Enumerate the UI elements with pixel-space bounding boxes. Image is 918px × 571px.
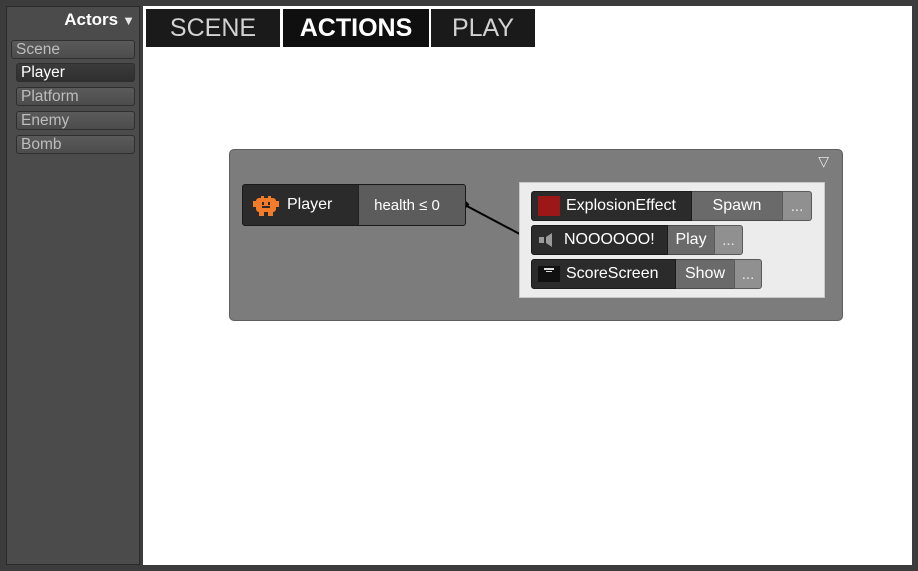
action-more-label: ... (741, 265, 755, 283)
trigger-condition-label: health ≤ 0 (374, 196, 440, 214)
action-more-button[interactable]: ... (734, 259, 762, 289)
sidebar-item-label: Bomb (21, 136, 62, 153)
actions-list: ExplosionEffect Spawn ... NOOOOOO! Play (519, 182, 825, 298)
trigger-condition[interactable]: health ≤ 0 (358, 185, 465, 225)
action-row-explosion[interactable]: ExplosionEffect Spawn ... (531, 191, 812, 221)
actors-title: Actors (64, 10, 119, 29)
action-row-scorescreen[interactable]: ScoreScreen Show ... (531, 259, 762, 289)
action-row-sound[interactable]: NOOOOOO! Play ... (531, 225, 743, 255)
tab-play[interactable]: PLAY (431, 9, 535, 47)
sidebar-item-label: Platform (21, 88, 79, 105)
sidebar-item-player[interactable]: Player (16, 63, 135, 82)
screen-icon (538, 266, 560, 282)
player-sprite-icon (253, 196, 279, 216)
action-verb[interactable]: Play (668, 225, 714, 255)
actors-sidebar: Actors ▼ Scene Player Platform Enemy Bom… (6, 6, 140, 565)
action-verb[interactable]: Spawn (692, 191, 782, 221)
action-target[interactable]: ExplosionEffect (531, 191, 692, 221)
sidebar-item-enemy[interactable]: Enemy (16, 111, 135, 130)
sidebar-item-label: Scene (16, 41, 60, 58)
action-verb-label: Spawn (712, 197, 762, 214)
action-more-button[interactable]: ... (714, 225, 743, 255)
action-more-label: ... (722, 231, 735, 249)
action-verb[interactable]: Show (676, 259, 734, 289)
trigger-actor[interactable]: Player (243, 185, 358, 225)
tab-label: ACTIONS (299, 14, 413, 42)
sidebar-item-label: Enemy (21, 112, 70, 129)
sidebar-item-platform[interactable]: Platform (16, 87, 135, 106)
action-target-label: ScoreScreen (566, 265, 659, 282)
actors-header[interactable]: Actors ▼ (64, 10, 135, 30)
triangle-down-icon[interactable]: ▼ (122, 13, 135, 28)
tab-label: PLAY (451, 14, 515, 42)
sidebar-item-bomb[interactable]: Bomb (16, 135, 135, 154)
action-target[interactable]: ScoreScreen (531, 259, 676, 289)
action-target-label: NOOOOOO! (564, 231, 655, 248)
red-swatch-icon (538, 196, 560, 216)
action-target[interactable]: NOOOOOO! (531, 225, 668, 255)
action-verb-label: Show (684, 265, 726, 282)
action-more-label: ... (790, 197, 804, 215)
tab-label: SCENE (169, 14, 257, 42)
action-more-button[interactable]: ... (782, 191, 812, 221)
action-target-label: ExplosionEffect (566, 197, 676, 214)
sidebar-item-scene[interactable]: Scene (11, 40, 135, 59)
trigger-block[interactable]: Player health ≤ 0 (242, 184, 466, 226)
speaker-icon (539, 233, 552, 247)
actions-canvas: SCENE ACTIONS PLAY ▽ Player health ≤ 0 E… (143, 6, 912, 565)
triangle-down-outline-icon[interactable]: ▽ (818, 154, 829, 168)
action-verb-label: Play (675, 231, 707, 248)
tab-actions[interactable]: ACTIONS (283, 9, 429, 47)
tab-scene[interactable]: SCENE (146, 9, 280, 47)
trigger-actor-label: Player (287, 196, 333, 213)
sidebar-item-label: Player (21, 64, 65, 81)
